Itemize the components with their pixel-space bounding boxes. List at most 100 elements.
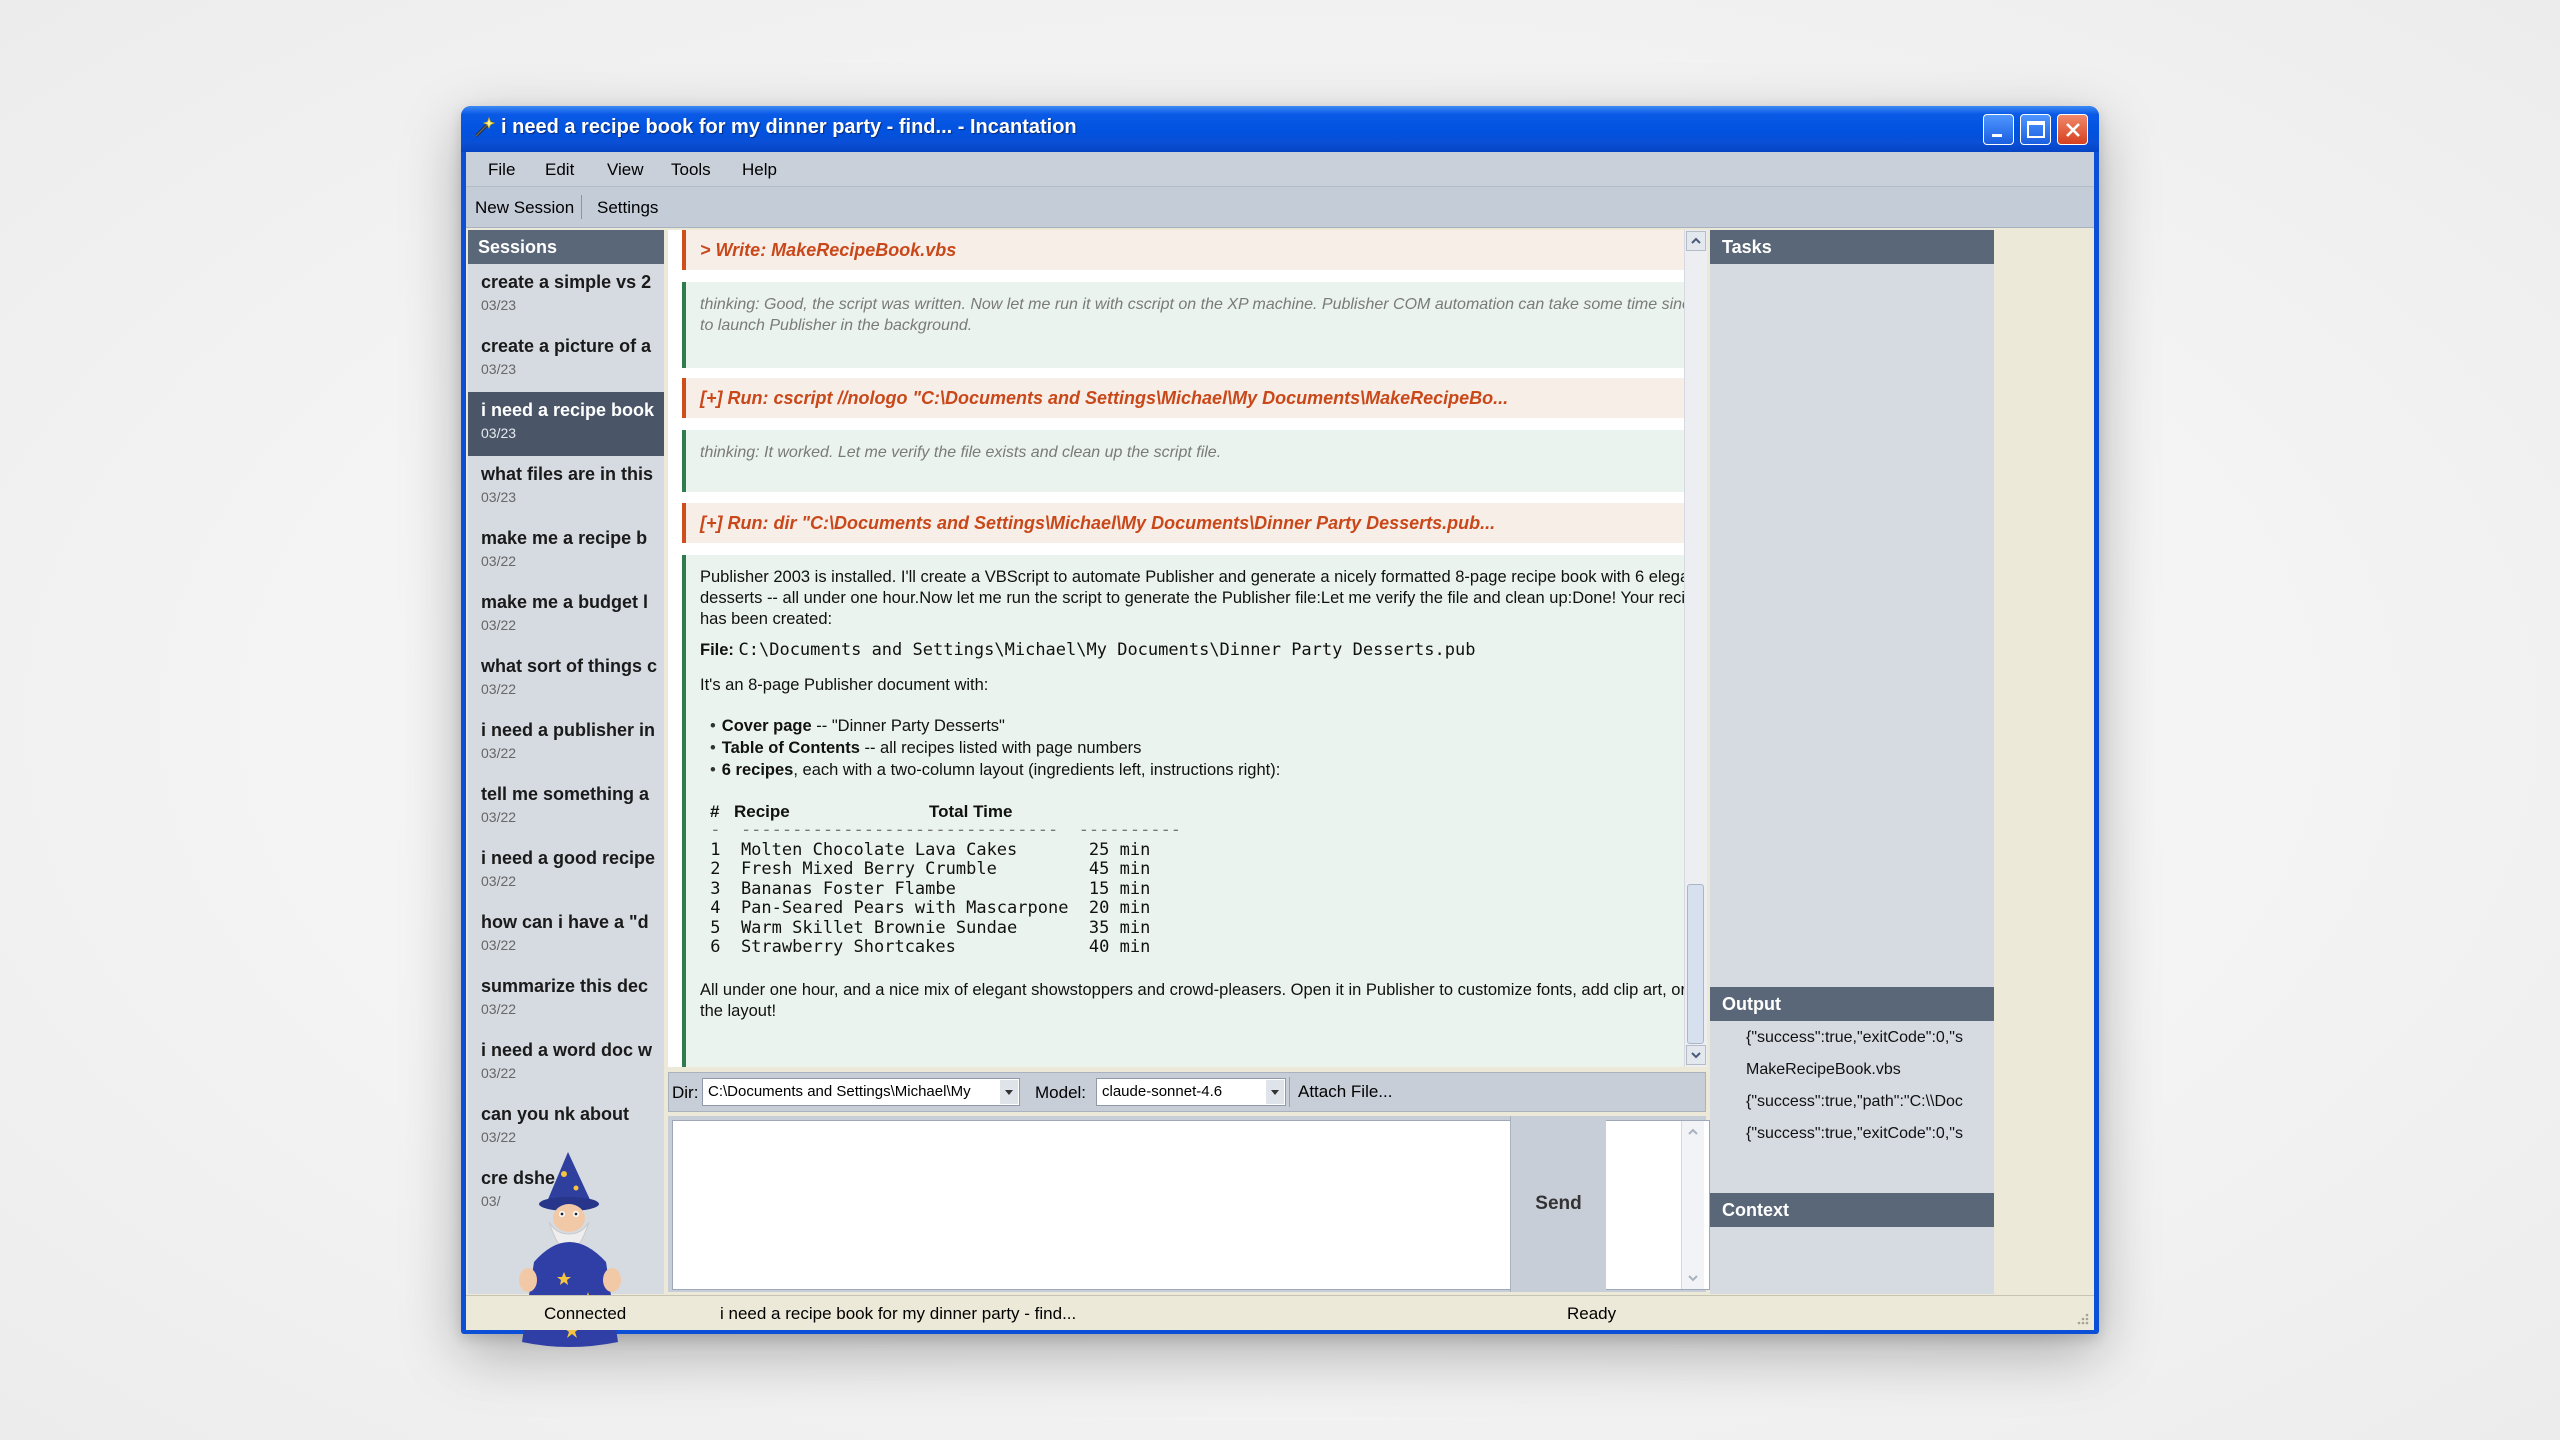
tasks-list[interactable] — [1710, 264, 1994, 987]
send-button[interactable]: Send — [1510, 1116, 1606, 1292]
menu-file[interactable]: File — [488, 160, 515, 180]
file-label: File: — [700, 641, 734, 659]
window-title: i need a recipe book for my dinner party… — [501, 116, 1077, 138]
session-title: tell me something a — [481, 784, 650, 804]
connection-status: Connected — [544, 1304, 627, 1323]
scroll-down-button[interactable] — [1686, 1045, 1706, 1065]
session-title: make me a recipe b — [481, 528, 648, 548]
maximize-icon — [2027, 121, 2045, 138]
right-panels: Tasks Output {"success":true,"exitCode":… — [1710, 230, 1994, 1294]
feature-list: Cover page -- "Dinner Party Desserts" Ta… — [700, 716, 1684, 781]
recipe-table-header: # Recipe Total Time — [700, 801, 1684, 821]
chevron-down-icon — [1691, 1052, 1701, 1059]
session-title: what files are in this — [481, 464, 654, 484]
chevron-down-icon — [1005, 1090, 1013, 1095]
session-item[interactable]: can you nk about 03/22 — [468, 1096, 664, 1160]
session-date: 03/23 — [481, 361, 517, 377]
menu-view[interactable]: View — [607, 160, 644, 180]
menu-edit[interactable]: Edit — [545, 160, 574, 180]
output-list[interactable]: {"success":true,"exitCode":0,"s MakeReci… — [1710, 1022, 1994, 1197]
session-item[interactable]: create a simple vs 2 03/23 — [468, 264, 664, 328]
chat-scrollbar[interactable] — [1684, 230, 1707, 1067]
output-line[interactable]: {"success":true,"path":"C:\\Doc — [1710, 1086, 1994, 1118]
table-row: 6 Strawberry Shortcakes 40 min — [700, 937, 1151, 957]
output-line[interactable]: {"success":true,"exitCode":0,"s — [1710, 1022, 1994, 1054]
resize-grip-icon[interactable] — [2074, 1310, 2090, 1326]
model-dropdown-button[interactable] — [1266, 1080, 1284, 1104]
session-date: 03/22 — [481, 617, 517, 633]
minimize-button[interactable] — [1983, 114, 2014, 145]
session-item[interactable]: i need a word doc w 03/22 — [468, 1032, 664, 1096]
session-item[interactable]: tell me something a 03/22 — [468, 776, 664, 840]
session-item[interactable]: summarize this dec 03/22 — [468, 968, 664, 1032]
settings-button[interactable]: Settings — [597, 198, 658, 218]
sessions-header: Sessions — [468, 230, 664, 264]
answer-outro: All under one hour, and a nice mix of el… — [700, 980, 1684, 1020]
attach-file-button[interactable]: Attach File... — [1289, 1077, 1438, 1107]
model-value: claude-sonnet-4.6 — [1102, 1083, 1223, 1100]
menu-bar: File Edit View Tools Help — [466, 152, 2094, 187]
output-header: Output — [1710, 987, 1994, 1021]
session-item[interactable]: what sort of things c 03/22 — [468, 648, 664, 712]
scroll-thumb[interactable] — [1687, 884, 1704, 1044]
session-item[interactable]: make me a recipe b 03/22 — [468, 520, 664, 584]
session-date: 03/22 — [481, 1001, 517, 1017]
list-item: 6 recipes, each with a two-column layout… — [710, 760, 1684, 781]
menu-tools[interactable]: Tools — [671, 160, 711, 180]
write-command-line[interactable]: > Write: MakeRecipeBook.vbs — [682, 230, 1684, 270]
session-title: create a simple vs 2 — [481, 272, 652, 292]
session-item[interactable]: i need a good recipe 03/22 — [468, 840, 664, 904]
session-item[interactable]: how can i have a "d 03/22 — [468, 904, 664, 968]
table-row: 1 Molten Chocolate Lava Cakes 25 min — [700, 839, 1151, 860]
chat-transcript[interactable]: > Write: MakeRecipeBook.vbs thinking: Go… — [668, 230, 1684, 1067]
session-date: 03/22 — [481, 1065, 517, 1081]
minimize-icon — [1992, 134, 2002, 137]
session-date: 03/22 — [481, 745, 517, 761]
input-scrollbar[interactable] — [1681, 1121, 1704, 1289]
list-item: Cover page -- "Dinner Party Desserts" — [710, 716, 1684, 737]
session-date: 03/23 — [481, 425, 517, 441]
session-item[interactable]: create a picture of a 03/23 — [468, 328, 664, 392]
table-row: 2 Fresh Mixed Berry Crumble 45 min — [700, 859, 1151, 879]
context-list[interactable] — [1710, 1230, 1994, 1294]
tasks-header: Tasks — [1710, 230, 1994, 264]
session-title: create a picture of a — [481, 336, 652, 356]
answer-intro: Publisher 2003 is installed. I'll create… — [700, 568, 1684, 628]
session-date: 03/22 — [481, 553, 517, 569]
session-date: 03/22 — [481, 681, 517, 697]
run-command-line[interactable]: [+] Run: dir "C:\Documents and Settings\… — [682, 503, 1684, 543]
session-status: i need a recipe book for my dinner party… — [720, 1304, 1077, 1323]
session-title: can you nk about — [481, 1104, 630, 1124]
table-row: 3 Bananas Foster Flambe 15 min — [700, 878, 1151, 899]
model-select[interactable]: claude-sonnet-4.6 — [1096, 1078, 1286, 1106]
dir-dropdown-button[interactable] — [1000, 1080, 1018, 1104]
close-button[interactable] — [2057, 114, 2088, 145]
output-line[interactable]: {"success":true,"exitCode":0,"s — [1710, 1118, 1994, 1150]
session-title: make me a budget l — [481, 592, 649, 612]
session-list: create a simple vs 2 03/23 create a pictu… — [468, 264, 664, 1224]
session-item[interactable]: what files are in this 03/23 — [468, 456, 664, 520]
dir-select[interactable]: C:\Documents and Settings\Michael\My — [702, 1078, 1020, 1106]
input-options-bar: Dir: C:\Documents and Settings\Michael\M… — [668, 1072, 1706, 1112]
maximize-button[interactable] — [2020, 114, 2051, 145]
new-session-button[interactable]: New Session — [475, 198, 574, 218]
title-bar[interactable]: i need a recipe book for my dinner party… — [461, 106, 2099, 152]
thinking-block: thinking: Good, the script was written. … — [682, 282, 1684, 368]
output-line[interactable]: MakeRecipeBook.vbs — [1710, 1054, 1994, 1086]
wand-icon — [474, 116, 495, 138]
app-window: i need a recipe book for my dinner party… — [461, 106, 2099, 1347]
session-item-active[interactable]: i need a recipe book 03/23 — [468, 392, 664, 456]
client-area: File Edit View Tools Help New Session Se… — [466, 152, 2094, 1347]
close-icon — [2066, 123, 2080, 137]
chevron-up-icon — [1688, 1128, 1698, 1135]
scroll-up-button[interactable] — [1686, 231, 1706, 251]
table-row: 5 Warm Skillet Brownie Sundae 35 min — [700, 917, 1151, 938]
status-bar: Connected i need a recipe book for my di… — [466, 1295, 2094, 1330]
session-item[interactable]: make me a budget l 03/22 — [468, 584, 664, 648]
run-command-line[interactable]: [+] Run: cscript //nologo "C:\Documents … — [682, 378, 1684, 418]
col-num: # — [710, 802, 720, 821]
dir-label: Dir: — [672, 1083, 699, 1102]
session-item[interactable]: i need a publisher in 03/22 — [468, 712, 664, 776]
session-title: summarize this dec — [481, 976, 649, 996]
menu-help[interactable]: Help — [742, 160, 777, 180]
